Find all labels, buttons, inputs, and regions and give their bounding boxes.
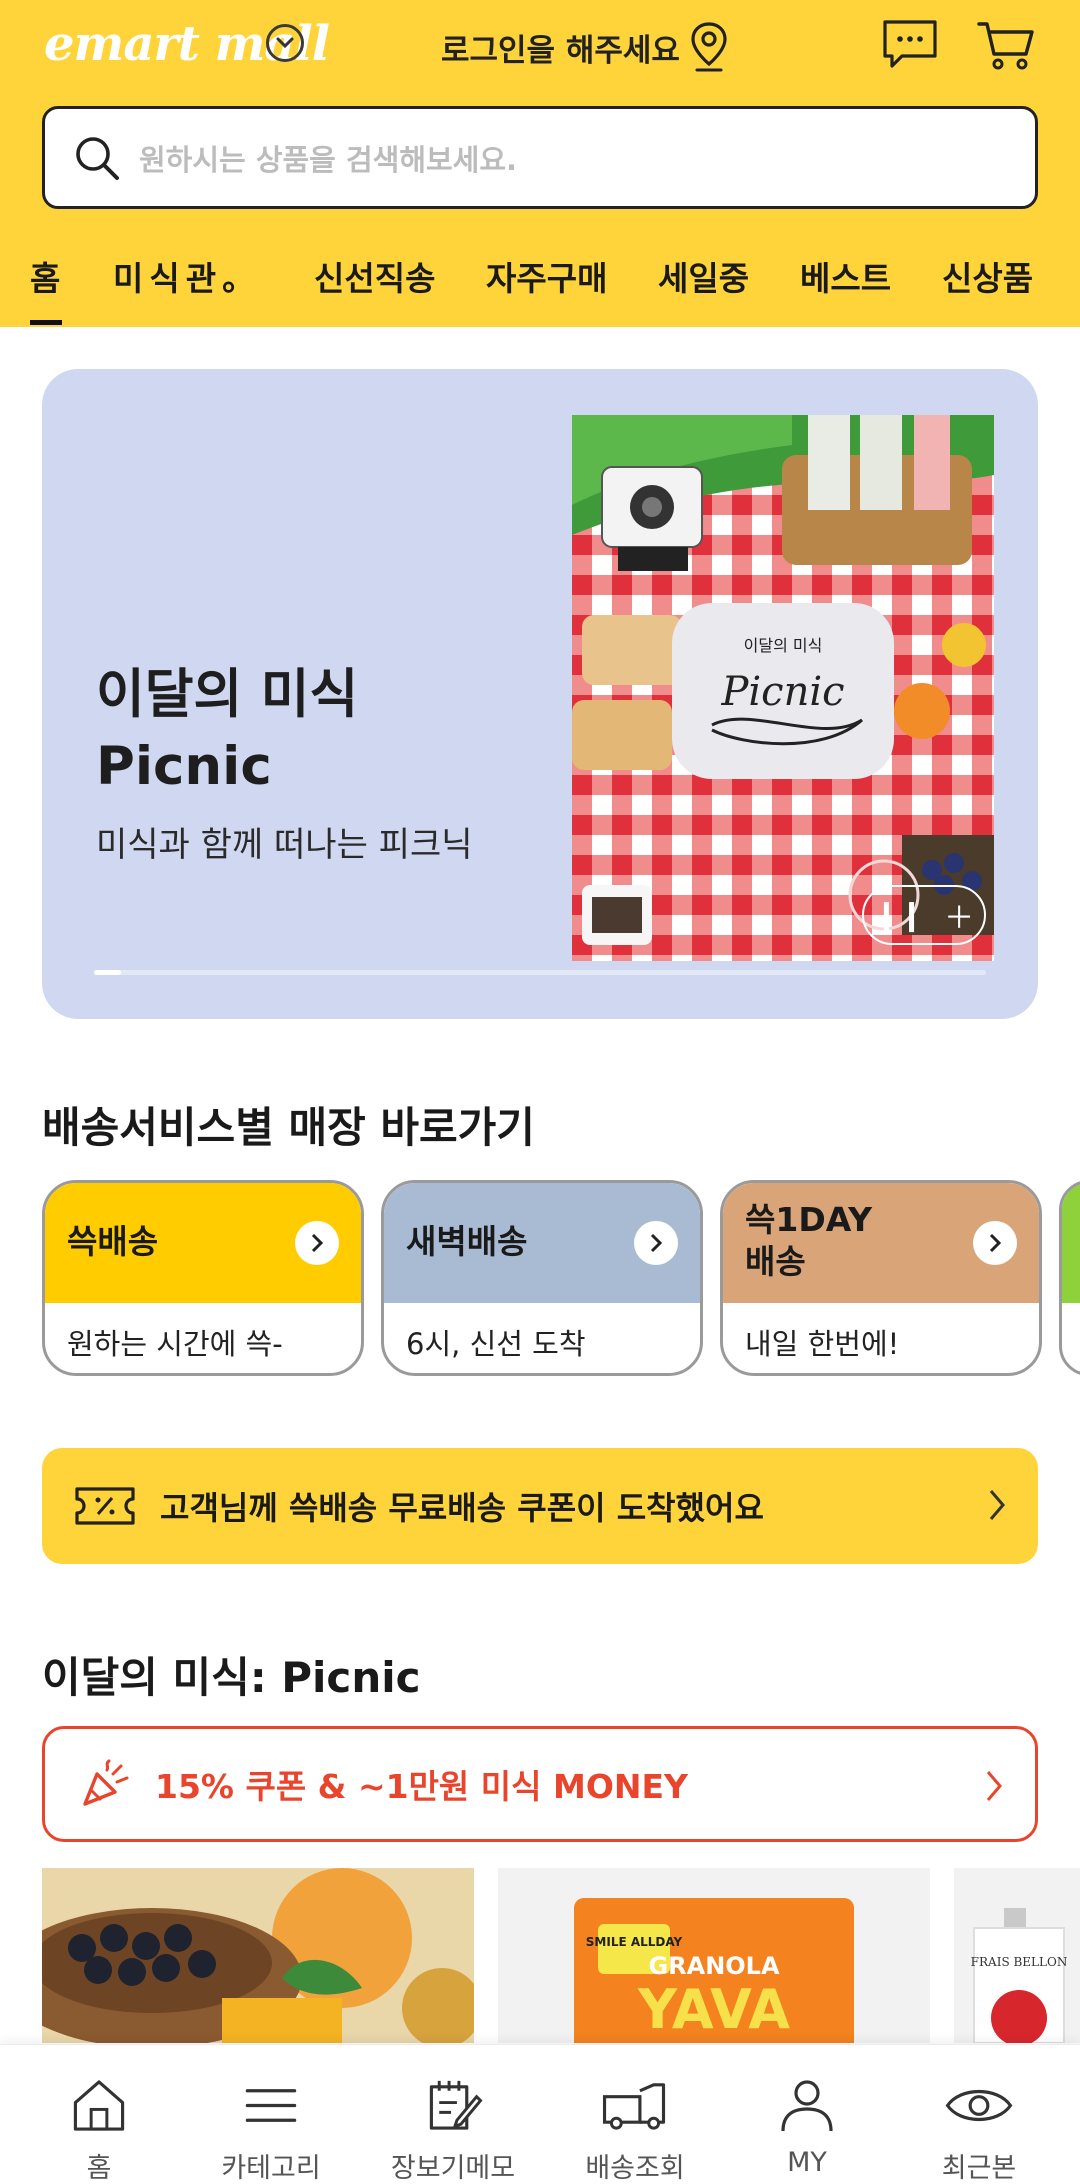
search-bar[interactable]: 원하시는 상품을 검색해보세요. [42,106,1038,209]
ticket-icon [75,1487,135,1525]
product-card-apple-pouch[interactable]: FRAIS BELLON [954,1868,1080,2043]
coupon-text: 고객님께 쓱배송 무료배송 쿠폰이 도착했어요 [160,1489,764,1527]
delivery-card-1day[interactable]: 쓱1DAY 배송 내일 한번에! [720,1180,1042,1376]
bottom-nav-delivery-tracking[interactable]: 배송조회 [560,2045,710,2184]
active-tab-indicator [30,320,62,325]
truck-icon [602,2083,666,2130]
tab-new[interactable]: 신상품 [942,252,1033,300]
product-image: FRAIS BELLON [954,1868,1080,2043]
card-title: 쓱배송 [67,1222,159,1261]
card-title: 쓱1DAY 배송 [745,1199,872,1283]
card-description: 원하는 시간에 쓱- [67,1327,283,1361]
hero-subtitle: 미식과 함께 떠나는 피크닉 [96,825,473,865]
search-input[interactable]: 원하시는 상품을 검색해보세요. [139,137,517,179]
category-tabs: 홈 미식관。 신선직송 자주구매 세일중 베스트 신상품 [0,232,1080,327]
menu-icon [245,2089,297,2122]
hero-title: 이달의 미식 Picnic [96,659,358,803]
product-brand: FRAIS BELLON [971,1955,1068,1969]
party-popper-icon [83,1759,129,1806]
tab-fresh-direct[interactable]: 신선직송 [314,252,435,300]
login-text: 로그인을 해주세요 [441,32,680,69]
tab-home[interactable]: 홈 [30,252,60,300]
chat-icon[interactable] [880,16,940,72]
location-pin-icon [691,22,727,72]
home-icon [73,2080,125,2131]
chevron-right-icon [989,1490,1005,1520]
hero-progress-fill [94,970,121,975]
hero-title-line1: 이달의 미식 [96,664,359,725]
product-card-blueberry[interactable] [42,1868,474,2043]
product-image: SMILE ALLDAY GRANOLA YAVA [498,1868,930,2043]
product-image [42,1868,474,2043]
tab-gourmet[interactable]: 미식관。 [113,252,261,300]
product-tag: SMILE ALLDAY [586,1935,683,1949]
login-location-button[interactable]: 로그인을 해주세요 [441,20,730,74]
bottom-nav-label: 홈 [86,2153,112,2184]
hero-progress-track [94,970,986,975]
hero-image-badge-small: 이달의 미식 [744,636,823,655]
bottom-nav-recent[interactable]: 최근본 [904,2045,1054,2184]
hero-picnic-image: 이달의 미식 Picnic [572,415,994,961]
pause-icon[interactable]: ❙❙ [874,898,924,933]
card-title-line1: 쓱1DAY [745,1200,872,1239]
chevron-right-icon [634,1221,678,1265]
bottom-navigation: 홈 카테고리 장보기메모 배송조회 MY 최근본 [0,2044,1080,2184]
promo-coupon-button[interactable]: 15% 쿠폰 & ~1만원 미식 MONEY [42,1726,1038,1842]
bottom-nav-label: 카테고리 [221,2153,321,2184]
app-header: emart mall 로그인을 해주세요 원하시는 상품을 검색해보세요. 홈 … [0,0,1080,327]
card-description: 내일 한번에! [745,1327,900,1361]
chevron-right-icon [973,1221,1017,1265]
delivery-cards: 쓱배송 원하는 시간에 쓱- 새벽배송 6시, 신선 도착 쓱1DAY 배송 내… [42,1180,1080,1377]
card-title: 새벽배송 [406,1222,528,1261]
card-title-line2: 배송 [745,1242,806,1281]
delivery-card-next-partial[interactable] [1059,1180,1080,1376]
promo-text: 15% 쿠폰 & ~1만원 미식 MONEY [155,1767,688,1806]
bottom-nav-memo[interactable]: 장보기메모 [378,2045,528,2184]
delivery-card-dawn[interactable]: 새벽배송 6시, 신선 도착 [381,1180,703,1376]
bottom-nav-label: 최근본 [941,2153,1017,2184]
eye-icon [945,2089,1013,2122]
bottom-nav-label: MY [787,2147,827,2178]
hero-image-badge-big: Picnic [720,669,844,715]
delivery-card-ssg[interactable]: 쓱배송 원하는 시간에 쓱- [42,1180,364,1376]
product-brand: YAVA [637,1978,790,2041]
tab-best[interactable]: 베스트 [800,252,891,300]
card-header [1062,1183,1080,1303]
mall-switch-chevron-icon[interactable] [266,24,304,62]
hero-title-line2: Picnic [96,736,272,797]
chevron-right-icon [295,1221,339,1265]
hero-slide-controls[interactable]: ❙❙ ＋ [862,885,986,945]
bottom-nav-label: 배송조회 [585,2153,685,2184]
person-icon [781,2080,833,2132]
search-icon [76,136,119,180]
tab-frequent[interactable]: 자주구매 [486,252,607,300]
coupon-banner[interactable]: 고객님께 쓱배송 무료배송 쿠폰이 도착했어요 [42,1448,1038,1564]
bottom-nav-my[interactable]: MY [732,2045,882,2184]
bottom-nav-category[interactable]: 카테고리 [196,2045,346,2184]
product-card-granola[interactable]: SMILE ALLDAY GRANOLA YAVA [498,1868,930,2043]
tab-on-sale[interactable]: 세일중 [658,252,749,300]
cart-icon[interactable] [976,16,1036,72]
bottom-nav-label: 장보기메모 [390,2153,516,2184]
product-label: GRANOLA [648,1952,780,1980]
plus-icon[interactable]: ＋ [944,893,974,937]
delivery-section-title: 배송서비스별 매장 바로가기 [42,1103,535,1152]
picnic-section-title: 이달의 미식: Picnic [42,1653,421,1702]
card-description: 6시, 신선 도착 [406,1327,586,1361]
chevron-right-icon [986,1771,1002,1801]
memo-icon [429,2080,483,2130]
bottom-nav-home[interactable]: 홈 [24,2045,174,2184]
